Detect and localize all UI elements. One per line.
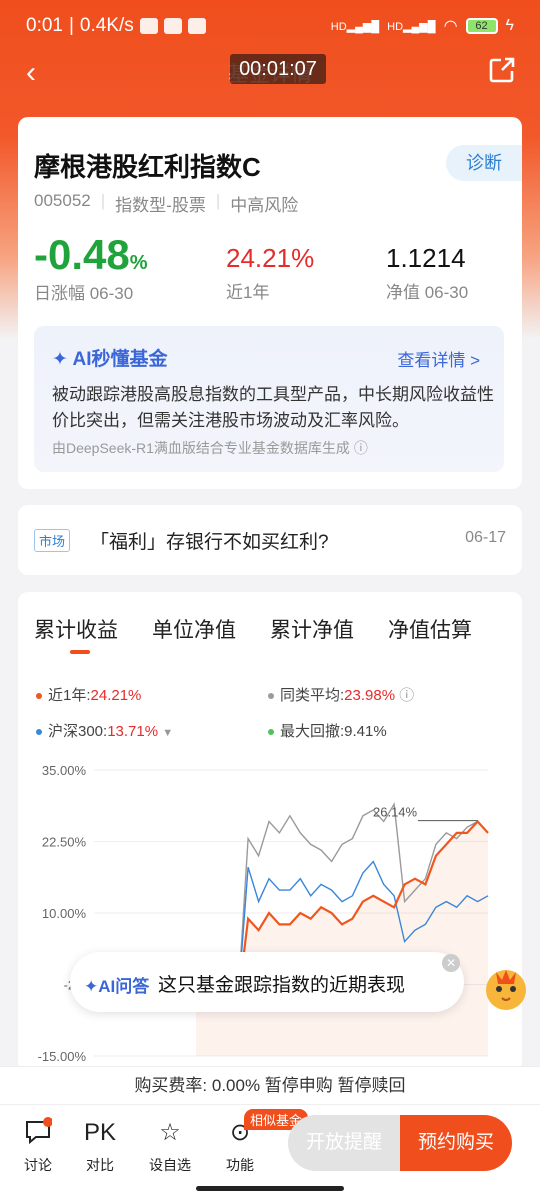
- sparkle-icon: ✦: [52, 349, 68, 370]
- fee-info: 购买费率: 0.00% 暂停申购 暂停赎回: [0, 1066, 540, 1104]
- ai-summary-text: 被动跟踪港股高股息指数的工具型产品，中长期风险收益性价比突出，但需关注港股市场波…: [52, 385, 494, 430]
- clock: 0:01: [26, 15, 63, 36]
- signal-icon-2: HD▂▄▆█: [387, 20, 436, 33]
- ai-summary-box[interactable]: ✦ AI秒懂基金 查看详情 > 被动跟踪港股高股息指数的工具型产品，中长期风险收…: [34, 326, 504, 472]
- info-icon[interactable]: ⓘ: [399, 687, 414, 704]
- app-icon: [163, 18, 182, 34]
- fund-meta: 005052 | 指数型-股票 | 中高风险: [34, 191, 299, 215]
- news-title: 「福利」存银行不如买红利?: [90, 532, 329, 553]
- daily-change-label: 日涨幅 06-30: [34, 284, 134, 303]
- app-icon-2: [187, 18, 206, 34]
- fund-area: [196, 821, 488, 1056]
- daily-change-value: -0.48: [34, 231, 130, 278]
- tab-nav-estimate[interactable]: 净值估算: [388, 614, 472, 644]
- chart-tabs: 累计收益 单位净值 累计净值 净值估算: [34, 614, 472, 644]
- dropdown-icon: ▼: [162, 727, 174, 739]
- legend-dot: [36, 693, 42, 700]
- ai-ask-text: 这只基金跟踪指数的近期表现: [158, 975, 406, 996]
- fund-info-card: 摩根港股红利指数C 诊断 005052 | 指数型-股票 | 中高风险 -0.4…: [18, 117, 522, 489]
- pk-icon: PK: [83, 1119, 116, 1146]
- legend-index[interactable]: 沪深300:13.71% ▼: [36, 720, 173, 741]
- signal-icon: HD▂▄▆█: [330, 20, 380, 33]
- y-tick-label: 10.00%: [42, 906, 87, 921]
- chat-icon: [8, 1117, 68, 1149]
- daily-change-stat: -0.48% 日涨幅 06-30: [34, 231, 148, 304]
- share-icon[interactable]: [488, 56, 516, 84]
- ai-more-link[interactable]: 查看详情 >: [397, 346, 480, 371]
- performance-chart[interactable]: 35.00%22.50%10.00%-2.5-15.00%26.14%: [18, 758, 522, 1072]
- year-return-value: 24.21%: [226, 243, 315, 273]
- discuss-button[interactable]: 讨论: [8, 1117, 68, 1175]
- legend-dot: [268, 729, 274, 736]
- diagnose-button[interactable]: 诊断: [446, 145, 522, 181]
- fund-name: 摩根港股红利指数C: [34, 152, 261, 182]
- nav-value: 1.1214: [386, 243, 466, 273]
- wifi-icon: ◠: [443, 18, 458, 35]
- notification-icon: [139, 18, 158, 34]
- year-return-stat: 24.21% 近1年: [226, 243, 314, 303]
- ai-source: 由DeepSeek-R1满血版结合专业基金数据库生成 ⓘ: [52, 440, 368, 456]
- news-tag: 市场: [34, 529, 71, 552]
- y-tick-label: -15.00%: [38, 1049, 87, 1064]
- tab-cumulative-nav[interactable]: 累计净值: [270, 614, 354, 644]
- fund-code: 005052: [34, 191, 91, 210]
- news-date: 06-17: [465, 529, 506, 546]
- recording-timer: 00:01:07: [230, 54, 326, 84]
- ai-title: AI秒懂基金: [72, 349, 168, 370]
- charging-icon: ϟ: [505, 17, 514, 34]
- tab-cumulative-return[interactable]: 累计收益: [34, 614, 118, 644]
- daily-change-unit: %: [129, 252, 148, 274]
- star-icon: ☆: [159, 1119, 181, 1146]
- y-tick-label: 35.00%: [42, 763, 87, 778]
- y-tick-label: 22.50%: [42, 835, 87, 850]
- home-indicator: [196, 1186, 344, 1191]
- tab-unit-nav[interactable]: 单位净值: [152, 614, 236, 644]
- legend-drawdown: 最大回撤:9.41%: [268, 720, 387, 741]
- year-return-label: 近1年: [226, 283, 270, 302]
- ai-chat-bubble[interactable]: ✦AI问答 这只基金跟踪指数的近期表现 ✕: [70, 952, 464, 1012]
- legend-fund: 近1年:24.21%: [36, 684, 141, 705]
- ai-ask-label: ✦AI问答: [84, 977, 150, 996]
- legend-dot: [268, 693, 274, 700]
- add-watchlist-button[interactable]: ☆ 设自选: [140, 1117, 200, 1175]
- nav-label: 净值 06-30: [386, 283, 469, 302]
- legend-peer: 同类平均:23.98% ⓘ: [268, 684, 414, 705]
- news-card[interactable]: 市场 「福利」存银行不如买红利? 06-17: [18, 505, 522, 575]
- status-bar: 0:01 | 0.4K/s HD▂▄▆█ HD▂▄▆█ ◠ 62 ϟ: [26, 15, 514, 36]
- open-reminder-button[interactable]: 开放提醒: [288, 1115, 400, 1171]
- network-speed: 0.4K/s: [79, 15, 134, 36]
- legend-dot: [36, 729, 42, 736]
- mascot-icon[interactable]: [478, 958, 534, 1014]
- compare-button[interactable]: PK 对比: [70, 1117, 130, 1175]
- fund-risk: 中高风险: [230, 196, 299, 215]
- close-icon[interactable]: ✕: [442, 954, 460, 972]
- nav-bar: ‹ 基金详情 00:01:07: [0, 52, 540, 92]
- peak-annotation: 26.14%: [373, 805, 418, 820]
- nav-stat: 1.1214 净值 06-30: [386, 243, 468, 303]
- battery-icon: 62: [465, 18, 498, 34]
- fund-type: 指数型-股票: [115, 196, 206, 215]
- tab-indicator: [70, 650, 90, 654]
- reserve-buy-button[interactable]: 预约购买: [400, 1115, 512, 1171]
